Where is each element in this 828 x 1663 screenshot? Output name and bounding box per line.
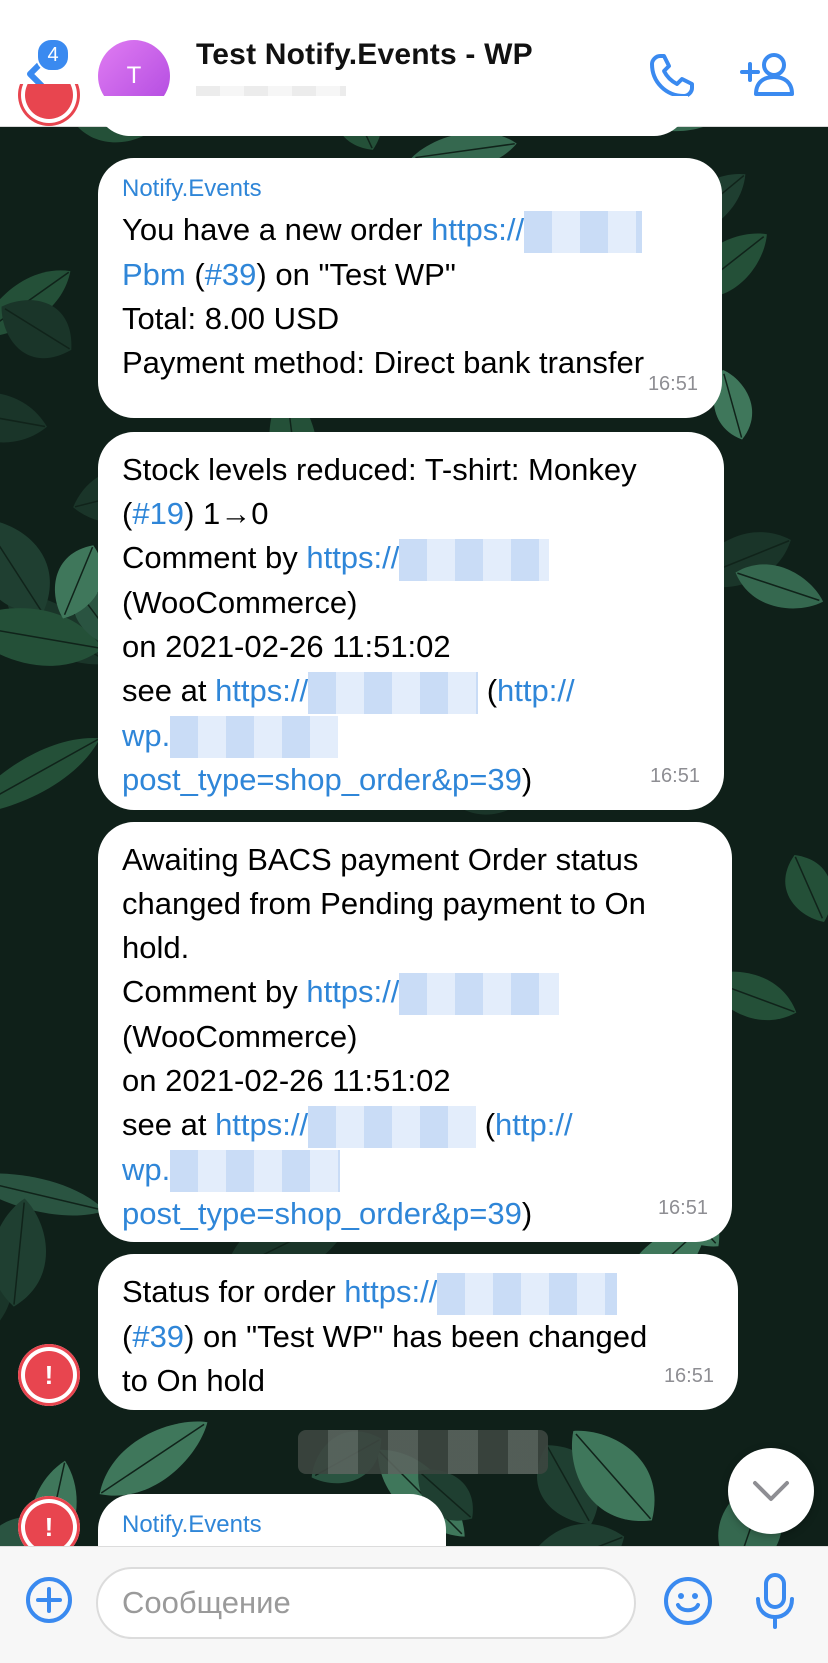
emoji-button[interactable]: [662, 1575, 714, 1627]
message-line: post_type=shop_order&p=39): [122, 1192, 708, 1236]
chevron-down-icon: [753, 1481, 789, 1501]
plus-circle-icon: [26, 1577, 72, 1623]
sender-avatar[interactable]: !: [18, 1344, 80, 1406]
message-line: Pbm (#39) on "Test WP": [122, 253, 698, 297]
message-line: (WooCommerce): [122, 584, 358, 620]
add-member-button[interactable]: [738, 50, 798, 102]
message-bubble[interactable]: Stock levels reduced: T-shirt: Monkey (#…: [98, 432, 724, 810]
message-line: You have a new order https://: [122, 208, 698, 253]
microphone-icon: [756, 1573, 794, 1629]
redacted-url: [308, 1105, 477, 1148]
message-line: Stock levels reduced: T-shirt: Monkey: [122, 452, 637, 487]
message-line: see at https:// (http://: [122, 669, 700, 714]
message-text: ) 1→0: [184, 496, 269, 531]
message-line: (WooCommerce): [122, 1018, 358, 1054]
redacted-url: [170, 716, 339, 759]
message-line: wp.: [122, 1148, 708, 1193]
call-button[interactable]: [646, 50, 698, 102]
message-line: see at https:// (http://: [122, 1103, 708, 1148]
message-line: (#39) on "Test WP" has been changed: [122, 1315, 714, 1359]
message-text: (: [122, 496, 133, 531]
message-time: 16:51: [647, 373, 698, 395]
message-time: 16:51: [657, 1197, 708, 1219]
scroll-to-bottom-button[interactable]: [728, 1448, 814, 1534]
message-line: on 2021-02-26 11:51:02: [122, 628, 451, 664]
redacted-url: [399, 972, 560, 1015]
message-text: (: [122, 1318, 133, 1354]
message-text: Comment by: [122, 974, 307, 1009]
message-text: (: [476, 1106, 496, 1142]
message-line: Comment by https://: [122, 970, 708, 1015]
message-line: hold.: [122, 930, 190, 965]
site-link[interactable]: https://: [306, 974, 399, 1009]
message-text: (: [478, 672, 498, 708]
redacted-url: [170, 1150, 341, 1193]
message-time: 16:51: [663, 1365, 714, 1387]
message-composer: [0, 1546, 828, 1663]
attach-button[interactable]: [24, 1575, 74, 1625]
add-user-icon: [740, 53, 794, 96]
message-line: (#19) 1→0: [122, 492, 700, 536]
message-bubble[interactable]: Notify.Events You have a new order https…: [98, 158, 722, 418]
order-link[interactable]: https://: [431, 212, 524, 247]
message-text: (: [185, 256, 205, 292]
order-link[interactable]: https://: [344, 1274, 437, 1309]
message-input[interactable]: [96, 1567, 636, 1639]
admin-link[interactable]: wp.: [122, 718, 170, 753]
order-number-link[interactable]: #39: [132, 1319, 184, 1354]
admin-link[interactable]: wp.: [122, 1152, 170, 1187]
message-text: ): [521, 762, 533, 798]
alert-icon: !: [25, 1351, 73, 1399]
message-text: see at: [122, 672, 216, 708]
redacted-url: [308, 671, 479, 714]
phone-icon: [650, 54, 694, 98]
message-line: Awaiting BACS payment Order status: [122, 842, 639, 877]
smiley-icon: [664, 1577, 712, 1625]
previous-message-bubble-edge: [96, 96, 688, 136]
message-line: wp.: [122, 714, 700, 759]
redacted-url: [524, 210, 643, 253]
message-text: ): [521, 1196, 533, 1232]
admin-link[interactable]: http://: [495, 1107, 573, 1142]
date-separator-redacted: [298, 1430, 548, 1474]
message-text: You have a new order: [122, 212, 432, 247]
message-line: Total: 8.00 USD: [122, 300, 340, 336]
order-link-suffix[interactable]: Pbm: [122, 257, 186, 292]
site-link[interactable]: https://: [306, 540, 399, 575]
site-link[interactable]: https://: [215, 673, 308, 708]
message-line: Status for order https://: [122, 1270, 714, 1315]
admin-link[interactable]: post_type=shop_order&p=39: [122, 762, 522, 797]
message-line: Payment method: Direct bank transfer: [122, 344, 645, 380]
message-time: 16:51: [649, 765, 700, 787]
admin-link[interactable]: post_type=shop_order&p=39: [122, 1196, 522, 1231]
admin-link[interactable]: http://: [497, 673, 575, 708]
message-text: ) on "Test WP" has been changed: [184, 1318, 648, 1354]
voice-record-button[interactable]: [752, 1571, 798, 1631]
message-line: to On hold: [122, 1362, 266, 1398]
message-line: post_type=shop_order&p=39): [122, 758, 700, 802]
message-sender[interactable]: Notify.Events: [122, 1510, 422, 1540]
unread-badge: 4: [36, 38, 70, 72]
redacted-url: [437, 1272, 618, 1315]
redacted-url: [399, 538, 550, 581]
message-bubble[interactable]: Awaiting BACS payment Order status chang…: [98, 822, 732, 1242]
message-line: on 2021-02-26 11:51:02: [122, 1062, 451, 1098]
order-number-link[interactable]: #39: [205, 257, 257, 292]
message-line: Comment by https://: [122, 536, 700, 581]
chat-title[interactable]: Test Notify.Events - WP: [196, 38, 533, 72]
product-link[interactable]: #19: [132, 496, 184, 531]
message-sender[interactable]: Notify.Events: [122, 174, 698, 204]
message-bubble[interactable]: Status for order https:// (#39) on "Test…: [98, 1254, 738, 1410]
message-text: ) on "Test WP": [256, 256, 456, 292]
site-link[interactable]: https://: [215, 1107, 308, 1142]
message-line: changed from Pending payment to On: [122, 886, 646, 921]
alert-icon: !: [25, 1503, 73, 1551]
message-text: Comment by: [122, 540, 307, 575]
message-text: see at: [122, 1106, 216, 1142]
message-text: Status for order: [122, 1274, 345, 1309]
